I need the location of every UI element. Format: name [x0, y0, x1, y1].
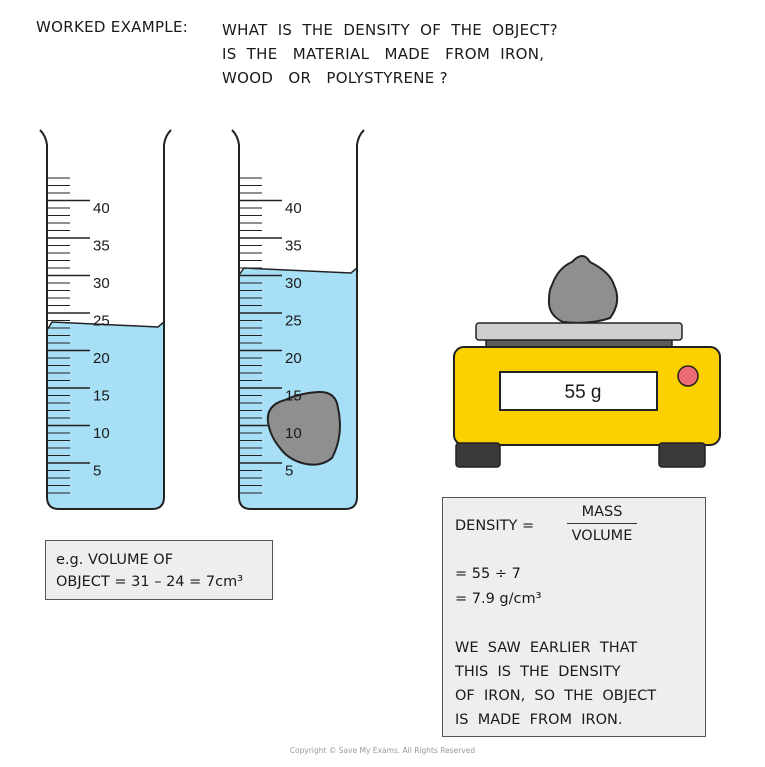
calc-step: = 55 ÷ 7 [455, 566, 521, 582]
density-label: DENSITY = [455, 518, 535, 534]
scale-label: 20 [93, 350, 110, 367]
volume-line: OBJECT = 31 – 24 = 7cm³ [56, 574, 244, 590]
copyright-notice: Copyright © Save My Exams. All Rights Re… [289, 746, 476, 755]
conclusion-text: WE SAW EARLIER THAT THIS IS THE DENSITY … [455, 636, 656, 732]
fraction-numerator: MASS [567, 504, 637, 524]
scale-label: 25 [93, 313, 110, 330]
volume-line: e.g. VOLUME OF [56, 552, 174, 568]
scale-label: 30 [285, 275, 302, 292]
conclusion-line: IS MADE FROM IRON. [455, 712, 623, 728]
scale-label: 5 [285, 463, 293, 480]
scale-label: 30 [93, 275, 110, 292]
balance-scale-icon: 55 g [453, 255, 721, 468]
scale-label: 35 [285, 238, 302, 255]
scale-label: 10 [285, 425, 302, 442]
scale-label: 5 [93, 463, 101, 480]
volume-calculation-box: e.g. VOLUME OF OBJECT = 31 – 24 = 7cm³ [45, 540, 273, 600]
scale-label: 15 [285, 388, 302, 405]
conclusion-line: THIS IS THE DENSITY [455, 664, 621, 680]
scale-label: 35 [93, 238, 110, 255]
measuring-cylinder-icon: 40 35 30 25 20 15 10 5 [39, 129, 172, 510]
scale-label: 40 [285, 200, 302, 217]
conclusion-line: WE SAW EARLIER THAT [455, 640, 638, 656]
scale-label: 40 [93, 200, 110, 217]
measuring-cylinder-icon: 40 35 30 25 20 15 10 5 [231, 129, 365, 510]
conclusion-line: OF IRON, SO THE OBJECT [455, 688, 657, 704]
scale-label: 15 [93, 388, 110, 405]
fraction-denominator: VOLUME [571, 528, 633, 544]
calc-step: = 7.9 g/cm³ [455, 591, 542, 607]
scale-label: 25 [285, 313, 302, 330]
scale-label: 10 [93, 425, 110, 442]
rock-icon [547, 255, 619, 324]
scale-label: 20 [285, 350, 302, 367]
scale-reading: 55 g [565, 382, 602, 403]
density-fraction: MASS VOLUME [567, 504, 637, 544]
density-calculation-box: DENSITY = MASS VOLUME = 55 ÷ 7 = 7.9 g/c… [442, 497, 706, 737]
scale-button [677, 365, 699, 387]
